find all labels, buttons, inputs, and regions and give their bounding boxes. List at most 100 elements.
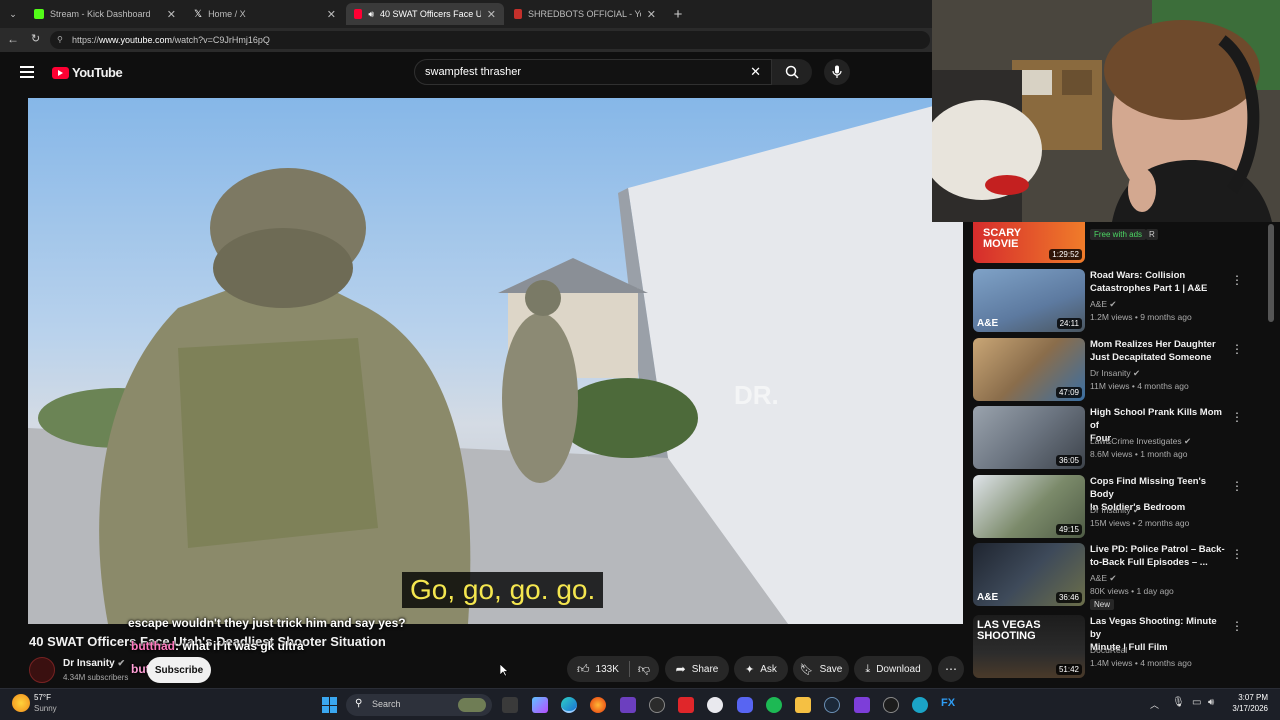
file-explorer-icon[interactable]	[795, 697, 811, 713]
video-caption: Go, go, go. go.	[402, 572, 604, 608]
video-meta: 11M views • 4 months ago	[1090, 381, 1189, 391]
chat-message: butthad: what if it was gk ultra	[131, 635, 406, 658]
search-value: swampfest thrasher	[425, 66, 521, 78]
recommendation-item[interactable]: A&E 36:46 Live PD: Police Patrol – Back-…	[973, 543, 1263, 610]
subscribe-button[interactable]: Subscribe	[147, 657, 211, 683]
edge-browser-icon[interactable]	[561, 697, 577, 713]
channel-avatar[interactable]	[29, 657, 55, 683]
reload-icon[interactable]: ↻	[31, 32, 40, 45]
url-prefix: https://	[72, 35, 100, 45]
monitor-icon[interactable]: ▭	[1192, 697, 1201, 708]
close-icon[interactable]: ✕	[647, 8, 656, 21]
more-vertical-icon[interactable]: ⋮	[1231, 479, 1243, 493]
more-vertical-icon[interactable]: ⋮	[1231, 547, 1243, 561]
thumbs-down-icon[interactable]: 👎︎	[638, 662, 650, 677]
download-button[interactable]: ⤓ Download	[854, 656, 932, 682]
channel-name-row[interactable]: Dr Insanity ✔	[63, 658, 125, 669]
search-button[interactable]	[772, 59, 812, 85]
itunes-icon[interactable]	[707, 697, 723, 713]
recommendation-item[interactable]: A&E 24:11 Road Wars: Collision Catastroph…	[973, 269, 1263, 333]
ae-logo: A&E	[977, 318, 999, 329]
streaming-app-icon[interactable]	[678, 697, 694, 713]
close-icon[interactable]: ✕	[327, 8, 336, 21]
tab-label: Home / X	[208, 9, 246, 19]
new-tab-button[interactable]: +	[668, 3, 688, 25]
video-meta: 8.6M views • 1 month ago	[1090, 449, 1188, 459]
app-teal-icon[interactable]	[912, 697, 928, 713]
hamburger-menu-icon[interactable]	[20, 66, 34, 78]
tab-youtube-video[interactable]: 🔊︎ 40 SWAT Officers Face Utah's ✕	[346, 3, 504, 25]
tab-list-button[interactable]: ⌄	[4, 5, 22, 23]
verified-icon: ✔	[1133, 368, 1141, 378]
tab-kick-dashboard[interactable]: Stream - Kick Dashboard ✕	[26, 3, 184, 25]
url-field[interactable]: ⚲ https://www.youtube.com/watch?v=C9JrHm…	[50, 31, 930, 49]
share-icon: ➦	[675, 662, 686, 676]
back-icon[interactable]: ←	[7, 32, 19, 46]
obs-icon[interactable]	[649, 697, 665, 713]
windows-taskbar: 57°F Sunny ⚲ Search FX ︿ 🎙︎ ▭ 🔊︎ 3:07 PM…	[0, 688, 1280, 720]
weather-desc[interactable]: Sunny	[34, 704, 57, 713]
kick-icon	[34, 9, 44, 19]
chat-message: escape wouldn't they just trick him and …	[128, 616, 406, 630]
tab-shredbots[interactable]: SHREDBOTS OFFICIAL - YouTube ✕	[506, 3, 664, 25]
spotify-icon[interactable]	[766, 697, 782, 713]
ask-label: Ask	[760, 663, 777, 675]
clock-date[interactable]: 3/17/2026	[1226, 704, 1268, 713]
youtube-icon	[514, 9, 522, 19]
like-count[interactable]: 133K	[596, 664, 619, 675]
firefox-icon[interactable]	[590, 697, 606, 713]
video-meta: 80K views • 1 day ago	[1090, 586, 1174, 596]
recommendation-item[interactable]: 47:09 Mom Realizes Her Daughter Just Deca…	[973, 338, 1263, 402]
task-view-icon[interactable]	[502, 697, 518, 713]
thumbs-up-icon[interactable]: 👍︎	[577, 662, 590, 677]
more-vertical-icon[interactable]: ⋮	[1231, 342, 1243, 356]
save-button[interactable]: 🔖︎ Save	[793, 656, 849, 682]
app-purple-icon[interactable]	[854, 697, 870, 713]
windows-start-icon[interactable]	[322, 697, 338, 713]
steam-icon[interactable]	[824, 697, 840, 713]
clear-search-icon[interactable]: ✕	[750, 60, 761, 84]
weather-temp[interactable]: 57°F	[34, 693, 51, 702]
discord-icon[interactable]	[737, 697, 753, 713]
video-player[interactable]: DR. Go, go, go. go.	[28, 98, 963, 624]
close-icon[interactable]: ✕	[167, 8, 176, 21]
more-actions-button[interactable]: ⋯	[938, 656, 964, 682]
search-icon: ⚲	[355, 698, 363, 709]
video-meta: 1.2M views • 9 months ago	[1090, 312, 1192, 322]
volume-icon[interactable]: 🔊︎	[1208, 697, 1214, 708]
close-icon[interactable]: ✕	[487, 8, 496, 21]
more-vertical-icon[interactable]: ⋮	[1231, 619, 1243, 633]
verified-icon: ✔	[1184, 436, 1192, 446]
ask-button[interactable]: ✦ Ask	[734, 656, 788, 682]
channel-name: DocuReal	[1090, 645, 1128, 655]
youtube-icon	[354, 9, 363, 19]
microphone-icon[interactable]: 🎙︎	[1172, 697, 1185, 708]
copilot-icon[interactable]	[532, 697, 548, 713]
clock-time[interactable]: 3:07 PM	[1226, 693, 1268, 702]
twitch-icon[interactable]	[620, 697, 636, 713]
video-title: Road Wars: Collision Catastrophes Part 1 …	[1090, 270, 1208, 294]
app-dark-icon[interactable]	[883, 697, 899, 713]
more-vertical-icon[interactable]: ⋮	[1231, 273, 1243, 287]
sidebar-scrollbar[interactable]	[1268, 224, 1274, 322]
weather-sun-icon[interactable]	[12, 694, 30, 712]
youtube-logo[interactable]: YouTube	[52, 65, 123, 80]
recommendation-item[interactable]: 36:05 High School Prank Kills Mom of Four…	[973, 406, 1263, 470]
search-input[interactable]: swampfest thrasher ✕	[414, 59, 772, 85]
video-thumbnail: A&E 24:11	[973, 269, 1085, 332]
chevron-up-icon[interactable]: ︿	[1150, 698, 1159, 711]
recommendation-item[interactable]: SCARY MOVIE 1:29:52 Free with ads R	[973, 222, 1263, 264]
site-info-icon[interactable]: ⚲	[57, 31, 63, 49]
fx-app-icon[interactable]: FX	[941, 697, 955, 709]
voice-search-button[interactable]	[824, 59, 850, 85]
recommendation-item[interactable]: LAS VEGAS SHOOTING 51:42 Las Vegas Shoot…	[973, 615, 1263, 679]
recommendation-item[interactable]: 49:15 Cops Find Missing Teen's Body In So…	[973, 475, 1263, 539]
thumbnail-text: SCARY MOVIE	[983, 227, 1021, 250]
taskbar-search[interactable]: ⚲ Search	[346, 694, 492, 716]
ae-logo: A&E	[977, 592, 999, 603]
tab-x-home[interactable]: 𝕏 Home / X ✕	[186, 3, 344, 25]
channel-name: Dr Insanity ✔	[1090, 368, 1141, 378]
download-label: Download	[876, 663, 921, 675]
more-vertical-icon[interactable]: ⋮	[1231, 410, 1243, 424]
share-button[interactable]: ➦ Share	[665, 656, 729, 682]
